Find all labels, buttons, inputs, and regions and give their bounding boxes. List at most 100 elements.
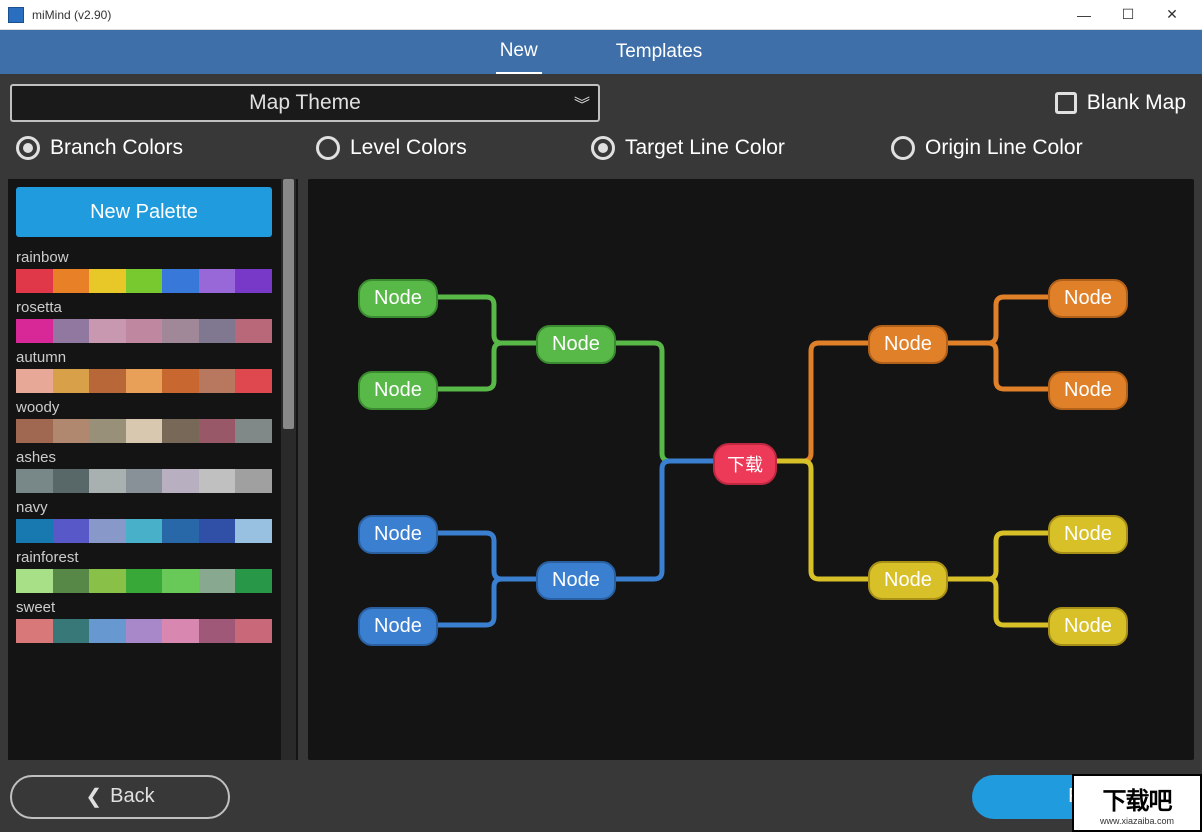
palette-name: woody — [16, 397, 272, 417]
node-blue-mid[interactable]: Node — [536, 561, 616, 600]
tab-new[interactable]: New — [496, 30, 542, 75]
swatch — [53, 419, 90, 443]
radio-level-colors[interactable]: Level Colors — [316, 136, 591, 160]
watermark-url: www.xiazaiba.com — [1100, 816, 1174, 826]
node-green-mid[interactable]: Node — [536, 325, 616, 364]
radio-origin-line-color[interactable]: Origin Line Color — [891, 136, 1083, 160]
window-controls: ― ☐ ✕ — [1062, 0, 1194, 30]
scroll-thumb[interactable] — [283, 179, 294, 429]
map-theme-label: Map Theme — [249, 91, 361, 115]
swatch — [89, 619, 126, 643]
swatch — [126, 619, 163, 643]
node-green-leaf-2[interactable]: Node — [358, 371, 438, 410]
swatch-row — [16, 519, 272, 543]
palette-name: sweet — [16, 597, 272, 617]
root-node[interactable]: 下载 — [713, 443, 777, 485]
swatch — [16, 319, 53, 343]
swatch — [89, 469, 126, 493]
palette-item-rosetta[interactable]: rosetta — [16, 297, 272, 343]
close-button[interactable]: ✕ — [1150, 0, 1194, 30]
chevron-left-icon: ❮ — [85, 784, 102, 809]
swatch — [16, 569, 53, 593]
swatch — [53, 469, 90, 493]
radio-icon — [891, 136, 915, 160]
palette-item-rainforest[interactable]: rainforest — [16, 547, 272, 593]
new-palette-button[interactable]: New Palette — [16, 187, 272, 237]
node-yellow-leaf-1[interactable]: Node — [1048, 515, 1128, 554]
radio-icon — [316, 136, 340, 160]
swatch — [89, 319, 126, 343]
swatch — [53, 619, 90, 643]
swatch — [162, 269, 199, 293]
workarea: Map Theme ︾ Blank Map Branch Colors Leve… — [0, 74, 1202, 832]
radio-icon — [591, 136, 615, 160]
palette-name: navy — [16, 497, 272, 517]
swatch — [53, 369, 90, 393]
palette-item-woody[interactable]: woody — [16, 397, 272, 443]
swatch — [126, 569, 163, 593]
palette-name: rainforest — [16, 547, 272, 567]
swatch — [162, 319, 199, 343]
swatch — [16, 619, 53, 643]
chevron-down-icon: ︾ — [574, 91, 586, 115]
swatch — [53, 519, 90, 543]
swatch — [126, 419, 163, 443]
swatch — [126, 319, 163, 343]
swatch-row — [16, 419, 272, 443]
node-blue-leaf-1[interactable]: Node — [358, 515, 438, 554]
swatch — [89, 269, 126, 293]
node-orange-leaf-2[interactable]: Node — [1048, 371, 1128, 410]
watermark: 下载吧 www.xiazaiba.com — [1072, 774, 1202, 832]
swatch — [126, 369, 163, 393]
swatch — [199, 269, 236, 293]
back-button[interactable]: ❮ Back — [10, 775, 230, 819]
swatch — [16, 469, 53, 493]
node-orange-leaf-1[interactable]: Node — [1048, 279, 1128, 318]
palette-list: New Palette rainbowrosetta autumn woody ash… — [8, 179, 280, 760]
palette-item-rainbow[interactable]: rainbow — [16, 247, 272, 293]
palette-item-sweet[interactable]: sweet — [16, 597, 272, 643]
palette-item-ashes[interactable]: ashes — [16, 447, 272, 493]
palette-item-autumn[interactable]: autumn — [16, 347, 272, 393]
swatch — [53, 319, 90, 343]
window-title: miMind (v2.90) — [32, 8, 111, 22]
map-theme-dropdown[interactable]: Map Theme ︾ — [10, 84, 600, 122]
swatch — [235, 319, 272, 343]
swatch-row — [16, 619, 272, 643]
swatch — [199, 569, 236, 593]
radio-target-line-color[interactable]: Target Line Color — [591, 136, 891, 160]
swatch — [235, 519, 272, 543]
radio-icon — [16, 136, 40, 160]
maximize-button[interactable]: ☐ — [1106, 0, 1150, 30]
radio-branch-colors[interactable]: Branch Colors — [16, 136, 316, 160]
node-yellow-mid[interactable]: Node — [868, 561, 948, 600]
swatch — [89, 519, 126, 543]
palette-name: ashes — [16, 447, 272, 467]
palette-scrollbar[interactable] — [280, 179, 296, 760]
palette-item-navy[interactable]: navy — [16, 497, 272, 543]
blank-map-checkbox[interactable]: Blank Map — [1055, 91, 1192, 115]
swatch — [199, 419, 236, 443]
palette-name: autumn — [16, 347, 272, 367]
watermark-text: 下载吧 — [1103, 781, 1172, 816]
minimize-button[interactable]: ― — [1062, 0, 1106, 30]
node-yellow-leaf-2[interactable]: Node — [1048, 607, 1128, 646]
node-orange-mid[interactable]: Node — [868, 325, 948, 364]
swatch — [235, 269, 272, 293]
theme-row: Map Theme ︾ Blank Map — [0, 74, 1202, 130]
swatch — [235, 469, 272, 493]
swatch — [126, 269, 163, 293]
swatch — [235, 419, 272, 443]
tab-templates[interactable]: Templates — [612, 31, 707, 73]
swatch-row — [16, 369, 272, 393]
swatch — [162, 469, 199, 493]
swatch — [126, 519, 163, 543]
swatch — [53, 569, 90, 593]
swatch-row — [16, 319, 272, 343]
swatch — [199, 319, 236, 343]
swatch — [235, 619, 272, 643]
node-blue-leaf-2[interactable]: Node — [358, 607, 438, 646]
node-green-leaf-1[interactable]: Node — [358, 279, 438, 318]
swatch-row — [16, 569, 272, 593]
swatch-row — [16, 269, 272, 293]
